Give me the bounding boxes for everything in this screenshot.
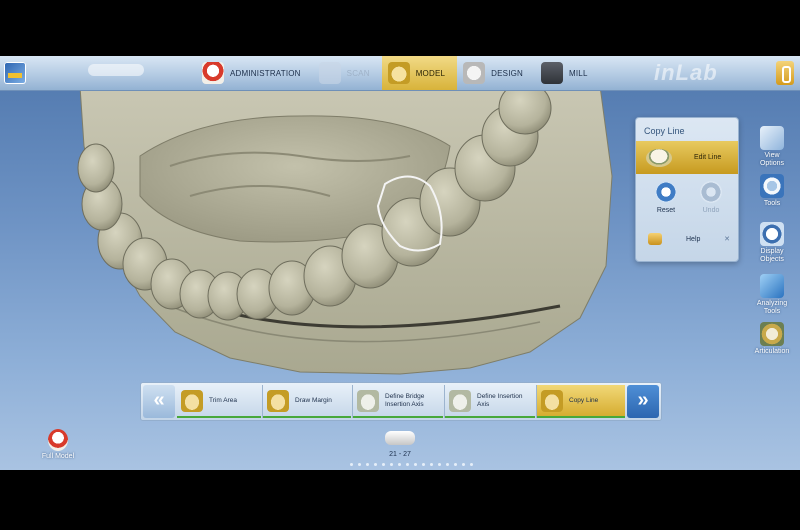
phase-administration-label: ADMINISTRATION: [230, 68, 301, 78]
full-model-label: Full Model: [41, 453, 75, 460]
tools-label: Tools: [763, 200, 781, 207]
view-options-icon: [760, 126, 784, 150]
administration-icon: [202, 62, 224, 84]
reset-icon: [655, 181, 677, 203]
restoration-case[interactable]: 21 - 27: [380, 431, 420, 458]
step-copy-line-label: Copy Line: [569, 396, 599, 404]
display-objects-label: Display Objects: [760, 248, 784, 263]
case-label: 21 - 27: [389, 451, 411, 458]
page-dot[interactable]: [350, 463, 353, 466]
scan-icon: [318, 62, 341, 84]
page-dot[interactable]: [398, 463, 401, 466]
phase-scan-label: SCAN: [346, 68, 370, 78]
display-objects-icon: [760, 222, 784, 246]
reset-button[interactable]: Reset: [646, 181, 686, 214]
help-logo-icon[interactable]: [776, 61, 794, 85]
page-dot[interactable]: [470, 463, 473, 466]
analyzing-tools-label: Analyzing Tools: [756, 300, 788, 315]
step-trim-area-label: Trim Area: [209, 396, 237, 404]
step-draw-margin[interactable]: Draw Margin: [263, 385, 351, 418]
inlab-window: ADMINISTRATION SCAN MODEL DESIGN MILL in…: [0, 56, 800, 470]
phase-design-label: DESIGN: [491, 68, 524, 78]
page-dot[interactable]: [454, 463, 457, 466]
phase-design[interactable]: DESIGN: [457, 56, 535, 90]
brand-logo: inLab: [654, 60, 718, 85]
step-trim-area[interactable]: Trim Area: [177, 385, 261, 418]
help-icon: [648, 233, 662, 245]
edit-line-icon: [646, 148, 672, 167]
bridge-axis-icon: [357, 389, 379, 412]
reset-label: Reset: [656, 207, 676, 214]
page-dot[interactable]: [438, 463, 441, 466]
previous-step-button[interactable]: «: [143, 385, 175, 418]
page-dot[interactable]: [374, 463, 377, 466]
bottom-bar: Full Model 21 - 27: [0, 429, 800, 470]
page-dot[interactable]: [430, 463, 433, 466]
page-dot[interactable]: [390, 463, 393, 466]
tools-icon: [760, 174, 784, 198]
page-dot[interactable]: [422, 463, 425, 466]
help-label: Help: [686, 235, 701, 243]
help-button[interactable]: Help: [636, 228, 738, 250]
analyzing-tools-icon: [760, 274, 784, 298]
app-menu-icon[interactable]: [4, 62, 26, 84]
bridge-restoration-icon: [385, 431, 415, 445]
page-dot[interactable]: [462, 463, 465, 466]
panel-title: Copy Line: [644, 126, 685, 136]
undo-icon: [700, 181, 722, 203]
step-draw-margin-label: Draw Margin: [295, 396, 332, 404]
search-field[interactable]: [88, 64, 144, 76]
full-model-button[interactable]: Full Model: [38, 429, 78, 460]
phase-model-label: MODEL: [415, 68, 446, 78]
design-icon: [463, 62, 486, 84]
phase-administration[interactable]: ADMINISTRATION: [196, 56, 313, 90]
page-dot[interactable]: [414, 463, 417, 466]
mill-icon: [541, 62, 564, 84]
draw-margin-icon: [267, 389, 289, 412]
display-objects-button[interactable]: Display Objects: [750, 222, 794, 264]
tools-button[interactable]: Tools: [750, 174, 794, 208]
page-dot[interactable]: [446, 463, 449, 466]
articulation-icon: [760, 322, 784, 346]
phase-mill-label: MILL: [569, 68, 588, 78]
articulation-label: Articulation: [754, 348, 790, 355]
step-bridge-axis-label: Define Bridge Insertion Axis: [385, 392, 425, 408]
page-dot[interactable]: [366, 463, 369, 466]
view-options-label: View Options: [759, 152, 785, 167]
step-define-bridge-insertion-axis[interactable]: Define Bridge Insertion Axis: [353, 385, 443, 418]
edit-line-label: Edit Line: [694, 154, 722, 161]
analyzing-tools-button[interactable]: Analyzing Tools: [750, 274, 794, 316]
phase-mill[interactable]: MILL: [535, 56, 600, 90]
step-insertion-axis-label: Define Insertion Axis: [477, 392, 523, 408]
copy-line-icon: [541, 389, 563, 412]
page-indicator: [350, 463, 473, 466]
page-dot[interactable]: [382, 463, 385, 466]
phase-scan[interactable]: SCAN: [313, 56, 382, 90]
next-step-button[interactable]: »: [627, 385, 659, 418]
undo-button[interactable]: Undo: [691, 181, 731, 214]
model-icon: [387, 62, 410, 84]
phase-bar: ADMINISTRATION SCAN MODEL DESIGN MILL: [196, 56, 600, 90]
insertion-axis-icon: [449, 389, 471, 412]
workflow-step-bar: « Trim Area Draw Margin Define Bridge In…: [140, 382, 662, 421]
edit-line-button[interactable]: Edit Line: [636, 141, 738, 174]
step-copy-line[interactable]: Copy Line: [537, 385, 625, 418]
page-dot[interactable]: [406, 463, 409, 466]
view-options-button[interactable]: View Options: [750, 126, 794, 168]
phase-model[interactable]: MODEL: [381, 56, 458, 90]
step-define-insertion-axis[interactable]: Define Insertion Axis: [445, 385, 535, 418]
close-icon[interactable]: ✕: [724, 235, 730, 243]
trim-area-icon: [181, 389, 203, 412]
page-dot[interactable]: [358, 463, 361, 466]
articulation-button[interactable]: Articulation: [750, 322, 794, 356]
undo-label: Undo: [702, 207, 720, 214]
copy-line-panel: Copy Line Edit Line Reset Undo Help ✕: [635, 117, 739, 262]
full-model-icon: [48, 429, 68, 451]
top-navigation-bar: ADMINISTRATION SCAN MODEL DESIGN MILL in…: [0, 56, 800, 91]
